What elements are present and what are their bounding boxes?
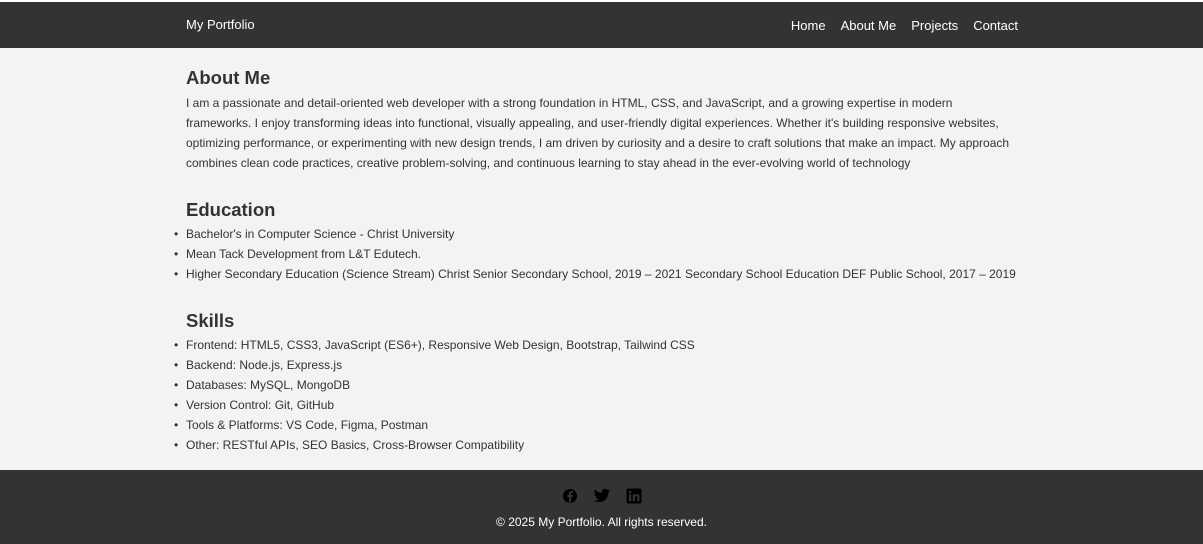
list-item: Tools & Platforms: VS Code, Figma, Postm… bbox=[174, 415, 1036, 435]
list-item: Version Control: Git, GitHub bbox=[174, 395, 1036, 415]
linkedin-link[interactable] bbox=[625, 487, 643, 505]
facebook-icon bbox=[562, 489, 577, 503]
list-item: Higher Secondary Education (Science Stre… bbox=[174, 264, 1036, 284]
about-heading: About Me bbox=[186, 67, 271, 88]
site-header: My Portfolio Home About Me Projects Cont… bbox=[0, 2, 1203, 48]
skills-heading: Skills bbox=[186, 310, 235, 331]
main-nav: Home About Me Projects Contact bbox=[791, 2, 1018, 48]
nav-link-about[interactable]: About Me bbox=[841, 18, 897, 33]
nav-link-home[interactable]: Home bbox=[791, 18, 826, 33]
nav-link-projects[interactable]: Projects bbox=[911, 18, 958, 33]
list-item: Bachelor's in Computer Science - Christ … bbox=[174, 224, 1036, 244]
twitter-icon bbox=[593, 488, 610, 503]
about-text: I am a passionate and detail-oriented we… bbox=[186, 96, 1010, 170]
skills-list: Frontend: HTML5, CSS3, JavaScript (ES6+)… bbox=[174, 335, 1036, 455]
main-content: About Me I am a passionate and detail-or… bbox=[0, 48, 1203, 470]
education-list: Bachelor's in Computer Science - Christ … bbox=[174, 224, 1036, 284]
list-item: Backend: Node.js, Express.js bbox=[174, 355, 1036, 375]
list-item: Other: RESTful APIs, SEO Basics, Cross-B… bbox=[174, 435, 1036, 455]
linkedin-icon bbox=[626, 488, 641, 504]
list-item: Databases: MySQL, MongoDB bbox=[174, 375, 1036, 395]
facebook-link[interactable] bbox=[561, 487, 579, 505]
site-footer: © 2025 My Portfolio. All rights reserved… bbox=[0, 470, 1203, 544]
list-item: Mean Tack Development from L&T Edutech. bbox=[174, 244, 1036, 264]
social-links bbox=[0, 487, 1203, 505]
nav-link-contact[interactable]: Contact bbox=[973, 18, 1018, 33]
copyright-text: © 2025 My Portfolio. All rights reserved… bbox=[496, 515, 707, 529]
twitter-link[interactable] bbox=[593, 487, 611, 505]
education-heading: Education bbox=[186, 199, 276, 220]
list-item: Frontend: HTML5, CSS3, JavaScript (ES6+)… bbox=[174, 335, 1036, 355]
brand-link[interactable]: My Portfolio bbox=[186, 2, 255, 48]
